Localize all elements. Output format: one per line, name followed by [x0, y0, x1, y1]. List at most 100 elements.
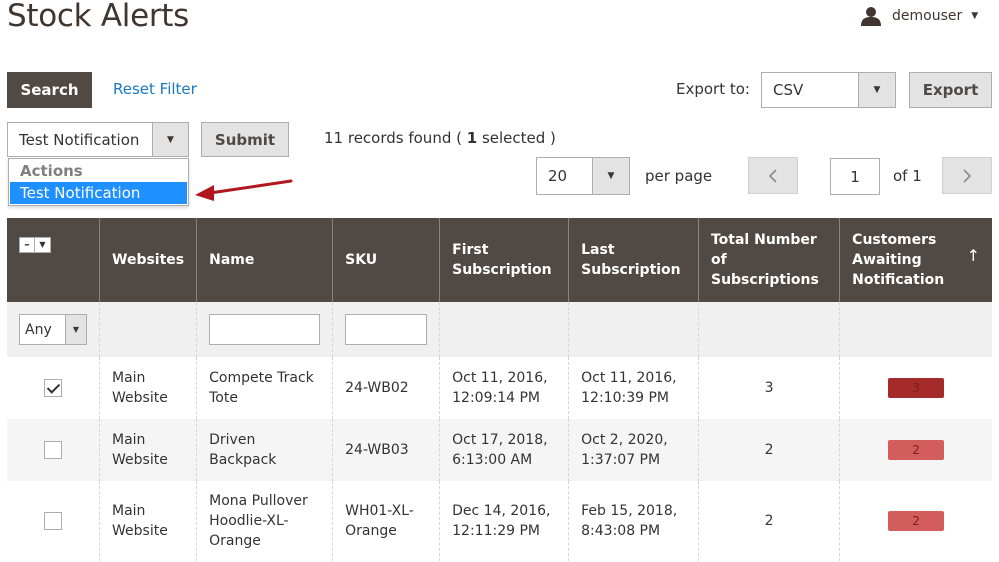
- row-checkbox[interactable]: [44, 379, 62, 397]
- filter-first: [439, 302, 569, 357]
- table-row[interactable]: Main Website Driven Backpack 24-WB03 Oct 1…: [7, 419, 992, 481]
- column-name[interactable]: Name: [196, 218, 333, 302]
- caret-down-icon: ▼: [858, 73, 895, 107]
- filter-mass-select: Any ▼: [7, 302, 100, 357]
- awaiting-badge: 2: [888, 511, 945, 531]
- name-filter-input[interactable]: [209, 314, 321, 345]
- dropdown-header: Actions: [20, 161, 83, 180]
- per-page-select[interactable]: 20 ▼: [536, 157, 630, 195]
- reset-filter-link[interactable]: Reset Filter: [113, 80, 197, 98]
- mass-action-select[interactable]: Test Notification ▼: [7, 122, 189, 157]
- header-row: – ▼ Websites Name SKU First Subscription …: [7, 218, 992, 302]
- last-subscription-cell: Feb 15, 2018, 8:43:08 PM: [568, 481, 699, 561]
- cell-line: Main: [112, 503, 146, 519]
- per-page-label: per page: [645, 167, 713, 185]
- search-button[interactable]: Search: [7, 72, 92, 108]
- website-cell: Main Website: [98, 419, 197, 481]
- table-row[interactable]: Main Website Mona Pullover Hoodlie-XL- Oran…: [7, 481, 992, 561]
- cell-line: 8:43:08 PM: [581, 523, 661, 539]
- cell-line: Hoodlie-XL-: [209, 513, 289, 529]
- filter-total: [697, 302, 840, 357]
- cell-line: Website: [112, 390, 168, 406]
- table-row[interactable]: Main Website Compete Track Tote 24-WB02 Oc…: [7, 357, 992, 419]
- first-subscription-cell: Oct 11, 2016, 12:09:14 PM: [439, 357, 569, 419]
- sku-cell: 24-WB03: [332, 419, 440, 481]
- row-checkbox[interactable]: [44, 512, 62, 530]
- sku-cell: WH01-XL- Orange: [332, 481, 440, 561]
- dropdown-item-test-notification[interactable]: Test Notification: [10, 182, 187, 204]
- filter-awaiting: [839, 302, 992, 357]
- first-subscription-cell: Dec 14, 2016, 12:11:29 PM: [439, 481, 569, 561]
- next-page-button[interactable]: [942, 157, 992, 194]
- filter-name: [196, 302, 333, 357]
- sku-cell: 24-WB02: [332, 357, 440, 419]
- user-menu[interactable]: demouser ▼: [860, 6, 978, 26]
- selected-count: 1: [466, 129, 478, 147]
- previous-page-button[interactable]: [748, 157, 798, 194]
- mass-select-header: – ▼: [7, 218, 100, 302]
- submit-button[interactable]: Submit: [201, 122, 289, 157]
- column-sku[interactable]: SKU: [332, 218, 440, 302]
- filter-last: [568, 302, 699, 357]
- mass-select-toggle[interactable]: – ▼: [19, 237, 51, 253]
- header-line: Subscription: [581, 262, 681, 278]
- export-format-select[interactable]: CSV ▼: [761, 72, 896, 108]
- cell-line: Website: [112, 523, 168, 539]
- caret-down-icon: ▼: [152, 123, 188, 156]
- column-first-subscription[interactable]: First Subscription: [439, 218, 569, 302]
- mass-select-checkbox[interactable]: –: [20, 238, 35, 252]
- caret-down-icon: ▼: [971, 11, 979, 21]
- cell-line: 24-WB03: [345, 442, 409, 458]
- stock-alerts-grid: – ▼ Websites Name SKU First Subscription …: [7, 218, 992, 561]
- sku-filter-input[interactable]: [345, 314, 428, 345]
- cell-line: Orange: [345, 523, 397, 539]
- total-cell: 2: [697, 481, 840, 561]
- cell-line: 6:13:00 AM: [452, 452, 533, 468]
- awaiting-cell: 3: [839, 357, 992, 419]
- cell-line: Orange: [209, 533, 261, 549]
- export-label: Export to:: [676, 80, 750, 98]
- user-icon: [861, 7, 881, 26]
- column-last-subscription[interactable]: Last Subscription: [568, 218, 699, 302]
- annotation-arrow-icon: [195, 179, 293, 201]
- last-subscription-cell: Oct 11, 2016, 12:10:39 PM: [568, 357, 699, 419]
- awaiting-cell: 2: [839, 419, 992, 481]
- awaiting-badge: 3: [888, 378, 945, 398]
- first-subscription-cell: Oct 17, 2018, 6:13:00 AM: [439, 419, 569, 481]
- export-format-value: CSV: [773, 81, 804, 99]
- cell-line: 24-WB02: [345, 380, 409, 396]
- header-line: First: [452, 242, 489, 258]
- cell-line: 12:11:29 PM: [452, 523, 540, 539]
- row-checkbox[interactable]: [44, 441, 62, 459]
- cell-line: Backpack: [209, 452, 277, 468]
- cell-line: Oct 11, 2016,: [581, 370, 677, 386]
- row-select-cell: [7, 419, 100, 481]
- column-customers-awaiting[interactable]: Customers Awaiting Notification ↑: [839, 218, 992, 302]
- header-line: Subscriptions: [710, 272, 819, 288]
- cell-line: Oct 2, 2020,: [581, 432, 668, 448]
- filter-sku: [332, 302, 440, 357]
- sort-arrow-up-icon: ↑: [966, 246, 980, 265]
- column-websites[interactable]: Websites: [98, 218, 197, 302]
- cell-line: Main: [112, 432, 146, 448]
- cell-line: WH01-XL-: [345, 503, 414, 519]
- cell-line: Compete Track: [209, 370, 314, 386]
- row-select-cell: [7, 357, 100, 419]
- header-line: Last: [581, 242, 615, 258]
- cell-line: Dec 14, 2016,: [452, 503, 551, 519]
- export-button[interactable]: Export: [909, 72, 992, 108]
- cell-line: Main: [112, 370, 146, 386]
- cell-line: Website: [112, 452, 168, 468]
- column-total-subscriptions[interactable]: Total Number of Subscriptions: [697, 218, 840, 302]
- website-cell: Main Website: [98, 357, 197, 419]
- header-line: Awaiting: [852, 252, 922, 268]
- filter-websites: [98, 302, 197, 357]
- cell-line: Tote: [209, 390, 238, 406]
- current-page-input[interactable]: 1: [830, 158, 880, 195]
- records-suffix: selected ): [477, 129, 556, 147]
- website-cell: Main Website: [98, 481, 197, 561]
- name-cell: Compete Track Tote: [196, 357, 333, 419]
- username: demouser: [892, 8, 963, 24]
- total-cell: 2: [697, 419, 840, 481]
- filter-any-select[interactable]: Any ▼: [19, 314, 87, 345]
